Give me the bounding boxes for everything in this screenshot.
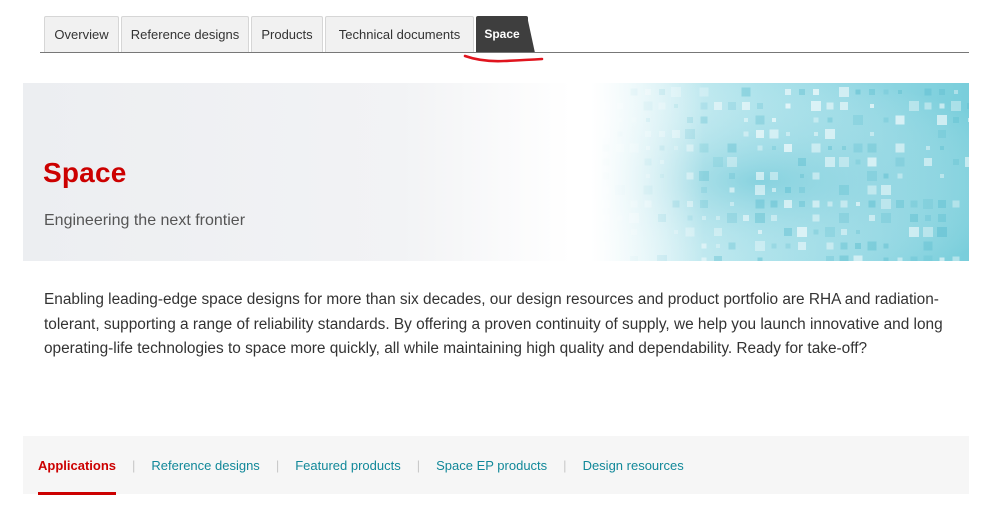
nav-separator: |	[132, 458, 136, 473]
nav-separator: |	[563, 458, 567, 473]
tab-technical-documents[interactable]: Technical documents	[325, 16, 474, 52]
hero-banner: Space Engineering the next frontier	[23, 83, 969, 261]
section-nav-applications[interactable]: Applications	[38, 458, 117, 495]
page-title: Space	[43, 157, 127, 188]
tab-products[interactable]: Products	[251, 16, 323, 52]
section-nav-bar: Applications | Reference designs | Featu…	[23, 436, 969, 495]
red-annotation-underline	[463, 54, 544, 63]
tab-reference-designs[interactable]: Reference designs	[121, 16, 249, 52]
section-nav-featured-products[interactable]: Featured products	[295, 458, 401, 473]
tab-overview[interactable]: Overview	[44, 16, 119, 52]
intro-paragraph: Enabling leading-edge space designs for …	[44, 291, 943, 357]
product-tab-strip: Overview Reference designs Products Tech…	[0, 0, 992, 63]
hero-fade-overlay	[23, 83, 969, 261]
page-subtitle: Engineering the next frontier	[44, 212, 246, 229]
section-nav-space-ep-products[interactable]: Space EP products	[436, 458, 547, 473]
nav-separator: |	[275, 458, 280, 473]
nav-separator: |	[416, 458, 421, 473]
section-nav-design-resources[interactable]: Design resources	[583, 458, 684, 473]
tab-space[interactable]: Space	[476, 16, 535, 53]
section-nav-reference-designs[interactable]: Reference designs	[151, 458, 259, 473]
